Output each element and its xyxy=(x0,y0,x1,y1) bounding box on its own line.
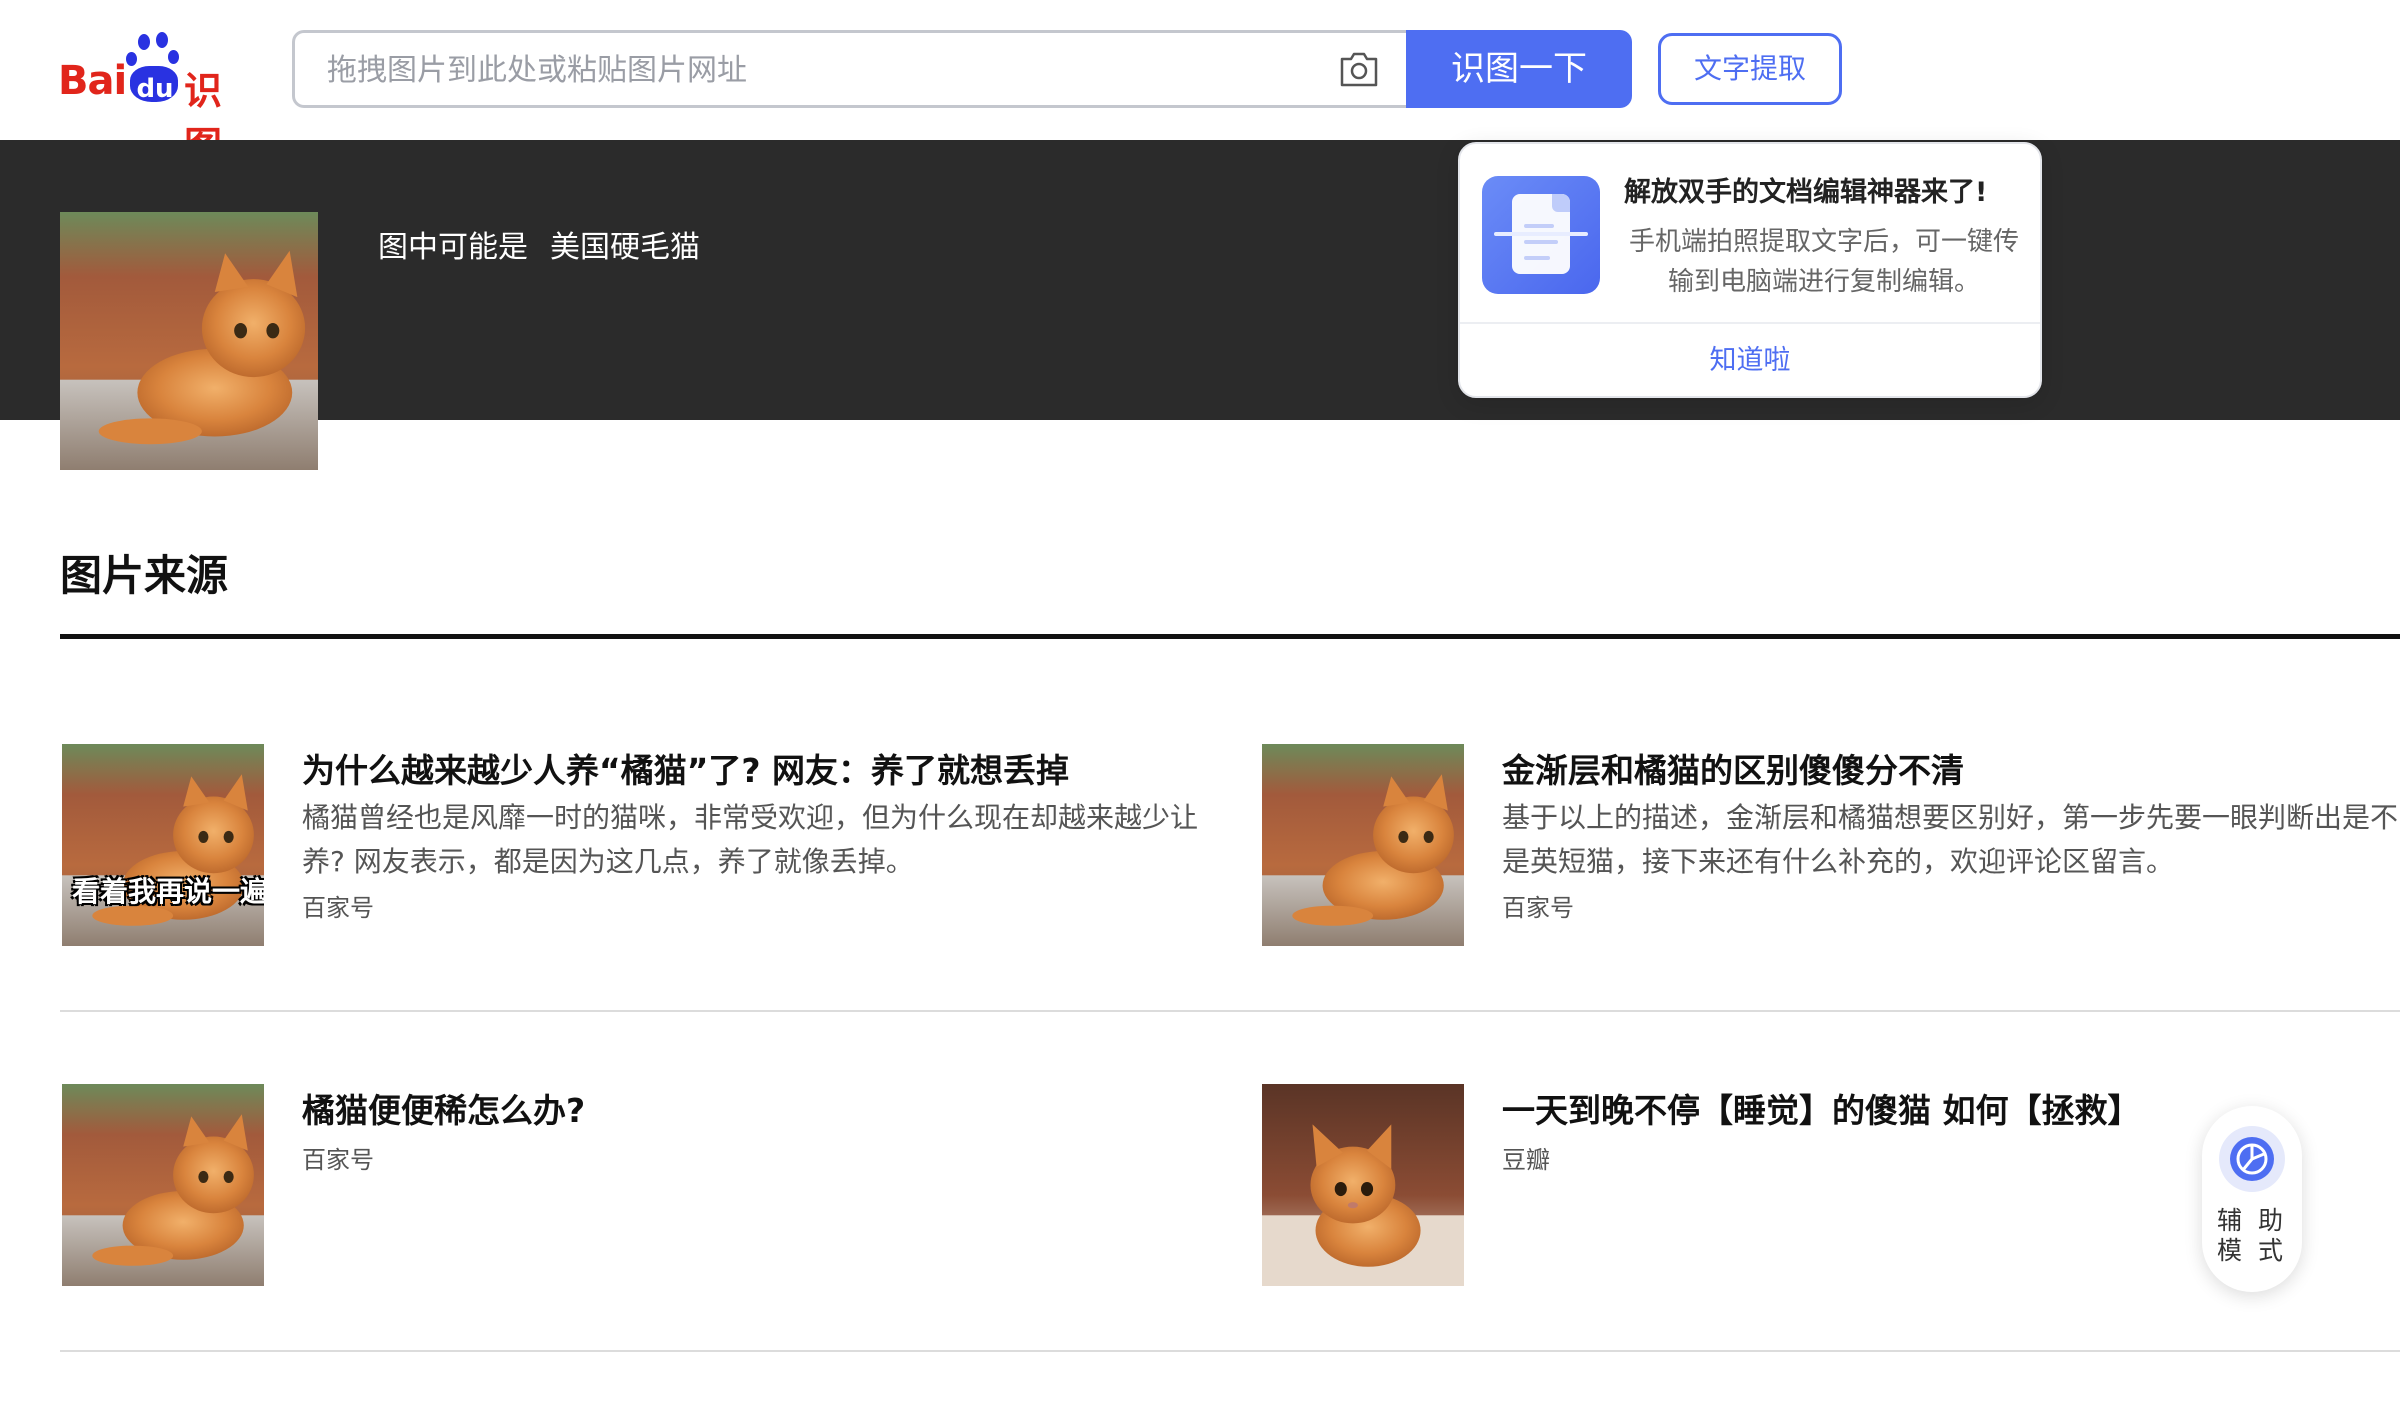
logo-du-text: du xyxy=(136,74,174,104)
source-thumbnail[interactable] xyxy=(1262,1084,1464,1286)
search-button[interactable]: 识图一下 xyxy=(1406,30,1632,108)
source-card[interactable]: 橘猫便便稀怎么办? 百家号 xyxy=(62,1084,1212,1304)
source-title[interactable]: 为什么越来越少人养“橘猫”了? 网友：养了就想丢掉 xyxy=(302,744,1069,792)
assist-mode-label: 辅 助 模 式 xyxy=(2217,1206,2287,1265)
source-thumbnail[interactable]: 看着我再说一遍 xyxy=(62,744,264,946)
search-box xyxy=(292,30,1406,108)
source-site: 豆瓣 xyxy=(1502,1146,1550,1174)
source-title[interactable]: 橘猫便便稀怎么办? xyxy=(302,1084,585,1132)
source-description: 基于以上的描述，金渐层和橘猫想要区别好，第一步先要一眼判断出是不是英短猫，接下来… xyxy=(1502,801,2399,878)
popup-ok-button[interactable]: 知道啦 xyxy=(1460,324,2040,398)
section-title: 图片来源 xyxy=(60,551,229,600)
source-thumbnail[interactable] xyxy=(62,1084,264,1286)
query-image-thumbnail[interactable] xyxy=(60,212,318,470)
source-thumbnail[interactable] xyxy=(1262,744,1464,946)
row-divider xyxy=(60,1350,2400,1352)
result-prefix: 图中可能是 xyxy=(378,230,528,265)
camera-icon[interactable] xyxy=(1338,49,1380,89)
source-description: 橘猫曾经也是风靡一时的猫咪，非常受欢迎，但为什么现在却越来越少让养? 网友表示，… xyxy=(302,801,1199,878)
baidu-shitu-logo[interactable]: Bai du 识图 xyxy=(58,32,258,168)
row-divider xyxy=(60,1010,2400,1012)
popup-title: 解放双手的文档编辑神器来了! xyxy=(1624,177,1988,208)
source-card[interactable]: 金渐层和橘猫的区别傻傻分不清 基于以上的描述，金渐层和橘猫想要区别好，第一步先要… xyxy=(1262,744,2400,964)
source-site: 百家号 xyxy=(302,894,374,922)
result-name[interactable]: 美国硬毛猫 xyxy=(550,230,700,265)
source-title[interactable]: 金渐层和橘猫的区别傻傻分不清 xyxy=(1502,744,1964,792)
section-divider xyxy=(60,634,2400,639)
source-title[interactable]: 一天到晚不停【睡觉】的傻猫 如何【拯救】 xyxy=(1502,1084,2141,1132)
source-card[interactable]: 看着我再说一遍 为什么越来越少人养“橘猫”了? 网友：养了就想丢掉 橘猫曾经也是… xyxy=(62,744,1212,964)
feature-tip-popup: 解放双手的文档编辑神器来了! 手机端拍照提取文字后，可一键传输到电脑端进行复制编… xyxy=(1458,142,2042,398)
logo-bai-text: Bai xyxy=(58,58,127,104)
assist-mode-button[interactable]: 辅 助 模 式 xyxy=(2202,1106,2302,1292)
search-input[interactable] xyxy=(325,33,1279,107)
text-extract-button[interactable]: 文字提取 xyxy=(1658,33,1842,105)
source-site: 百家号 xyxy=(1502,894,1574,922)
source-site: 百家号 xyxy=(302,1146,374,1174)
recognition-result: 图中可能是 美国硬毛猫 xyxy=(378,222,700,266)
thumbnail-caption: 看着我再说一遍 xyxy=(72,875,264,908)
document-icon xyxy=(1482,176,1600,294)
accessibility-icon xyxy=(2219,1126,2285,1192)
popup-body: 手机端拍照提取文字后，可一键传输到电脑端进行复制编辑。 xyxy=(1628,227,2019,297)
header: Bai du 识图 识图一下 文字提取 xyxy=(0,0,2400,168)
